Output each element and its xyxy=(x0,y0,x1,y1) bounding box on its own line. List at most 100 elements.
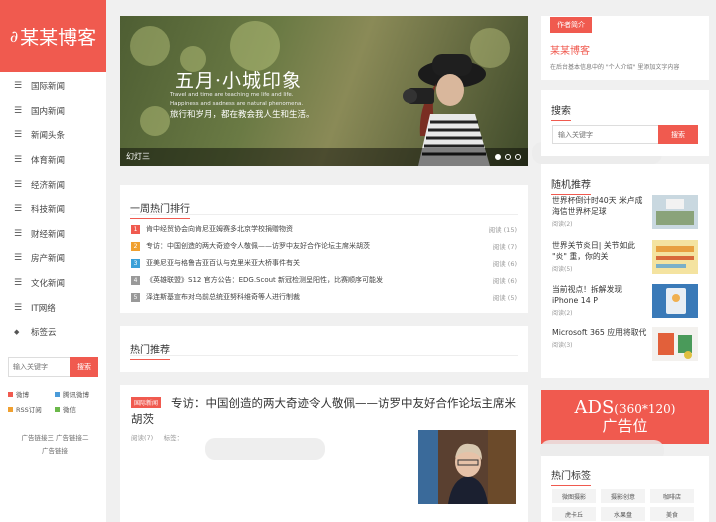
nav-item-label: 科技新闻 xyxy=(31,205,66,216)
tag-icon: ◆ xyxy=(14,328,20,337)
slide-english-line-2: Happiness and sadness are natural phenom… xyxy=(170,101,304,107)
right-search-button[interactable]: 搜索 xyxy=(658,125,698,144)
nav-item-label: IT网络 xyxy=(31,303,56,314)
list-icon: ☰ xyxy=(14,253,23,264)
ranking-item[interactable]: 4 《英雄联盟》S12 官方公告：EDG.Scout 新冠检测呈阳性，比赛顺序可能… xyxy=(131,272,517,289)
nav-item[interactable]: ☰ 新闻头条 xyxy=(0,123,106,148)
nav-item[interactable]: ☰ 体育新闻 xyxy=(0,148,106,173)
random-item-title: 世界关节炎日| 关节如此 "炎" 重，你的关 xyxy=(552,241,636,261)
hot-ranking-title: 一周热门排行 xyxy=(130,200,190,219)
list-icon: ☰ xyxy=(14,204,23,215)
random-item[interactable]: 世界杯倒计时40天 米卢成海信世界杯足球 阅读(2) xyxy=(552,195,698,231)
list-icon: ☰ xyxy=(14,302,23,313)
tencent-weibo-icon xyxy=(55,391,60,397)
nav-item[interactable]: ☰ 经济新闻 xyxy=(0,172,106,197)
nav-item[interactable]: ◆ 标签云 xyxy=(0,320,106,345)
search-title: 搜索 xyxy=(551,102,571,121)
category-nav: ☰ 国际新闻 ☰ 国内新闻 ☰ 新闻头条 ☰ 体育新闻 ☰ 经济新闻 ☰ 科技新闻 ☰ 财经新闻 ☰ 房产新闻… xyxy=(0,74,106,345)
left-search-input[interactable] xyxy=(9,358,71,376)
ranking-views: 阅读 (15) xyxy=(488,226,517,235)
article-title[interactable]: 专访：中国创造的两大奇迹令人敬佩——访罗中友好合作论坛主席米胡茨 xyxy=(131,395,517,427)
nav-item[interactable]: ☰ 国际新闻 xyxy=(0,74,106,99)
slider-dot-2[interactable] xyxy=(505,154,511,160)
nav-item-label: 新闻头条 xyxy=(31,131,66,142)
hot-tag[interactable]: 微图摄影 xyxy=(552,489,596,503)
author-badge: 作者简介 xyxy=(550,17,592,33)
left-search-box: 搜索 xyxy=(8,357,98,377)
nav-item[interactable]: ☰ 财经新闻 xyxy=(0,222,106,247)
ranking-title: 亚美尼亚与格鲁吉亚百认与克里米亚大桥事件有关 xyxy=(146,259,300,268)
nav-item-label: 文化新闻 xyxy=(31,279,66,290)
random-item-image xyxy=(652,195,698,229)
random-item-image xyxy=(652,284,698,318)
ranking-title: 《英雄联盟》S12 官方公告：EDG.Scout 新冠检测呈阳性，比赛顺序可能发 xyxy=(146,276,384,285)
nav-item-label: 国际新闻 xyxy=(31,82,66,93)
social-rss[interactable]: RSS订阅 xyxy=(8,404,55,414)
social-row-1: 微博 腾讯微博 xyxy=(8,389,102,399)
social-weibo[interactable]: 微博 xyxy=(8,389,55,399)
ranking-title: 泽连斯基宣布对乌前总统亚努科维奇等人进行制裁 xyxy=(146,293,300,302)
search-panel xyxy=(541,90,709,156)
nav-item-label: 财经新闻 xyxy=(31,229,66,240)
nav-item[interactable]: ☰ 国内新闻 xyxy=(0,99,106,124)
social-row-2: RSS订阅 微信 xyxy=(8,404,102,414)
nav-item[interactable]: ☰ 科技新闻 xyxy=(0,197,106,222)
ranking-title: 肯中经贸协会向肯尼亚姆赛多北京学校捐赠物资 xyxy=(146,225,293,234)
right-search-input[interactable] xyxy=(553,126,657,143)
random-item-title: Microsoft 365 应用将取代 xyxy=(552,328,647,337)
site-logo[interactable]: ∂ 某某博客 xyxy=(0,0,106,72)
list-icon: ☰ xyxy=(14,278,23,289)
ranking-number: 5 xyxy=(131,292,140,302)
nav-item[interactable]: ☰ 文化新闻 xyxy=(0,271,106,296)
social-wechat[interactable]: 微信 xyxy=(55,404,102,414)
article-meta: 阅读(7) 标签： xyxy=(131,432,183,442)
slider-dot-3[interactable] xyxy=(515,154,521,160)
hot-tag[interactable]: 虎卡丘 xyxy=(552,507,596,521)
slide-title: 五月·小城印象 xyxy=(175,70,303,92)
author-name[interactable]: 某某博客 xyxy=(550,42,590,57)
ranking-item[interactable]: 3 亚美尼亚与格鲁吉亚百认与克里米亚大桥事件有关 阅读 (6) xyxy=(131,255,517,272)
list-icon: ☰ xyxy=(14,81,23,92)
ad-links-line-1[interactable]: 广告链接三 广告链接二 xyxy=(8,432,102,445)
ad-banner[interactable]: ADS(360*120) 广告位 xyxy=(541,390,709,444)
ad-links: 广告链接三 广告链接二 广告链接 xyxy=(8,432,102,458)
right-search-box: 搜索 xyxy=(552,125,698,144)
nav-item[interactable]: ☰ IT网络 xyxy=(0,295,106,320)
random-recommend-title: 随机推荐 xyxy=(551,176,591,195)
hot-tag[interactable]: 水果盘 xyxy=(601,507,645,521)
nav-item-label: 标签云 xyxy=(31,328,57,339)
ranking-number: 3 xyxy=(131,258,140,268)
left-search-button[interactable]: 搜索 xyxy=(70,357,98,377)
ranking-views: 阅读 (6) xyxy=(492,260,517,269)
nav-item[interactable]: ☰ 房产新闻 xyxy=(0,246,106,271)
hot-tag[interactable]: 咖啡店 xyxy=(650,489,694,503)
article-category-tag[interactable]: 国际新闻 xyxy=(131,397,162,408)
social-tencent-weibo[interactable]: 腾讯微博 xyxy=(55,389,102,399)
rss-icon xyxy=(8,406,13,412)
random-item[interactable]: Microsoft 365 应用将取代 阅读(3) xyxy=(552,327,698,363)
ranking-views: 阅读 (7) xyxy=(492,243,517,252)
ranking-item[interactable]: 2 专访：中国创造的两大奇迹令人敬佩——访罗中友好合作论坛主席米胡茨 阅读 (7) xyxy=(131,238,517,255)
weibo-icon xyxy=(8,391,13,397)
ad-links-line-2[interactable]: 广告链接 xyxy=(8,445,102,458)
ranking-item[interactable]: 5 泽连斯基宣布对乌前总统亚努科维奇等人进行制裁 阅读 (5) xyxy=(131,289,517,306)
hot-tag[interactable]: 摄影创意 xyxy=(601,489,645,503)
blurred-overlay xyxy=(205,438,325,460)
list-icon: ☰ xyxy=(14,130,23,141)
article-thumbnail[interactable] xyxy=(418,430,516,504)
list-icon: ☰ xyxy=(14,179,23,190)
nav-item-label: 体育新闻 xyxy=(31,156,66,167)
random-item[interactable]: 当前视点！拆解发现 iPhone 14 P 阅读(2) xyxy=(552,284,698,320)
divider xyxy=(130,214,518,215)
hot-tag[interactable]: 美食 xyxy=(650,507,694,521)
ad-banner-line-2: 广告位 xyxy=(602,417,648,435)
nav-item-label: 经济新闻 xyxy=(31,180,66,191)
slide-caption[interactable]: 幻灯三 xyxy=(120,148,528,166)
ranking-number: 4 xyxy=(131,275,140,285)
random-item[interactable]: 世界关节炎日| 关节如此 "炎" 重，你的关 阅读(5) xyxy=(552,240,698,276)
random-item-title: 世界杯倒计时40天 米卢成海信世界杯足球 xyxy=(552,196,643,216)
logo-text: 某某博客 xyxy=(20,26,97,49)
ranking-number: 1 xyxy=(131,224,140,234)
ranking-item[interactable]: 1 肯中经贸协会向肯尼亚姆赛多北京学校捐赠物资 阅读 (15) xyxy=(131,221,517,238)
slider-dot-1[interactable] xyxy=(495,154,501,160)
